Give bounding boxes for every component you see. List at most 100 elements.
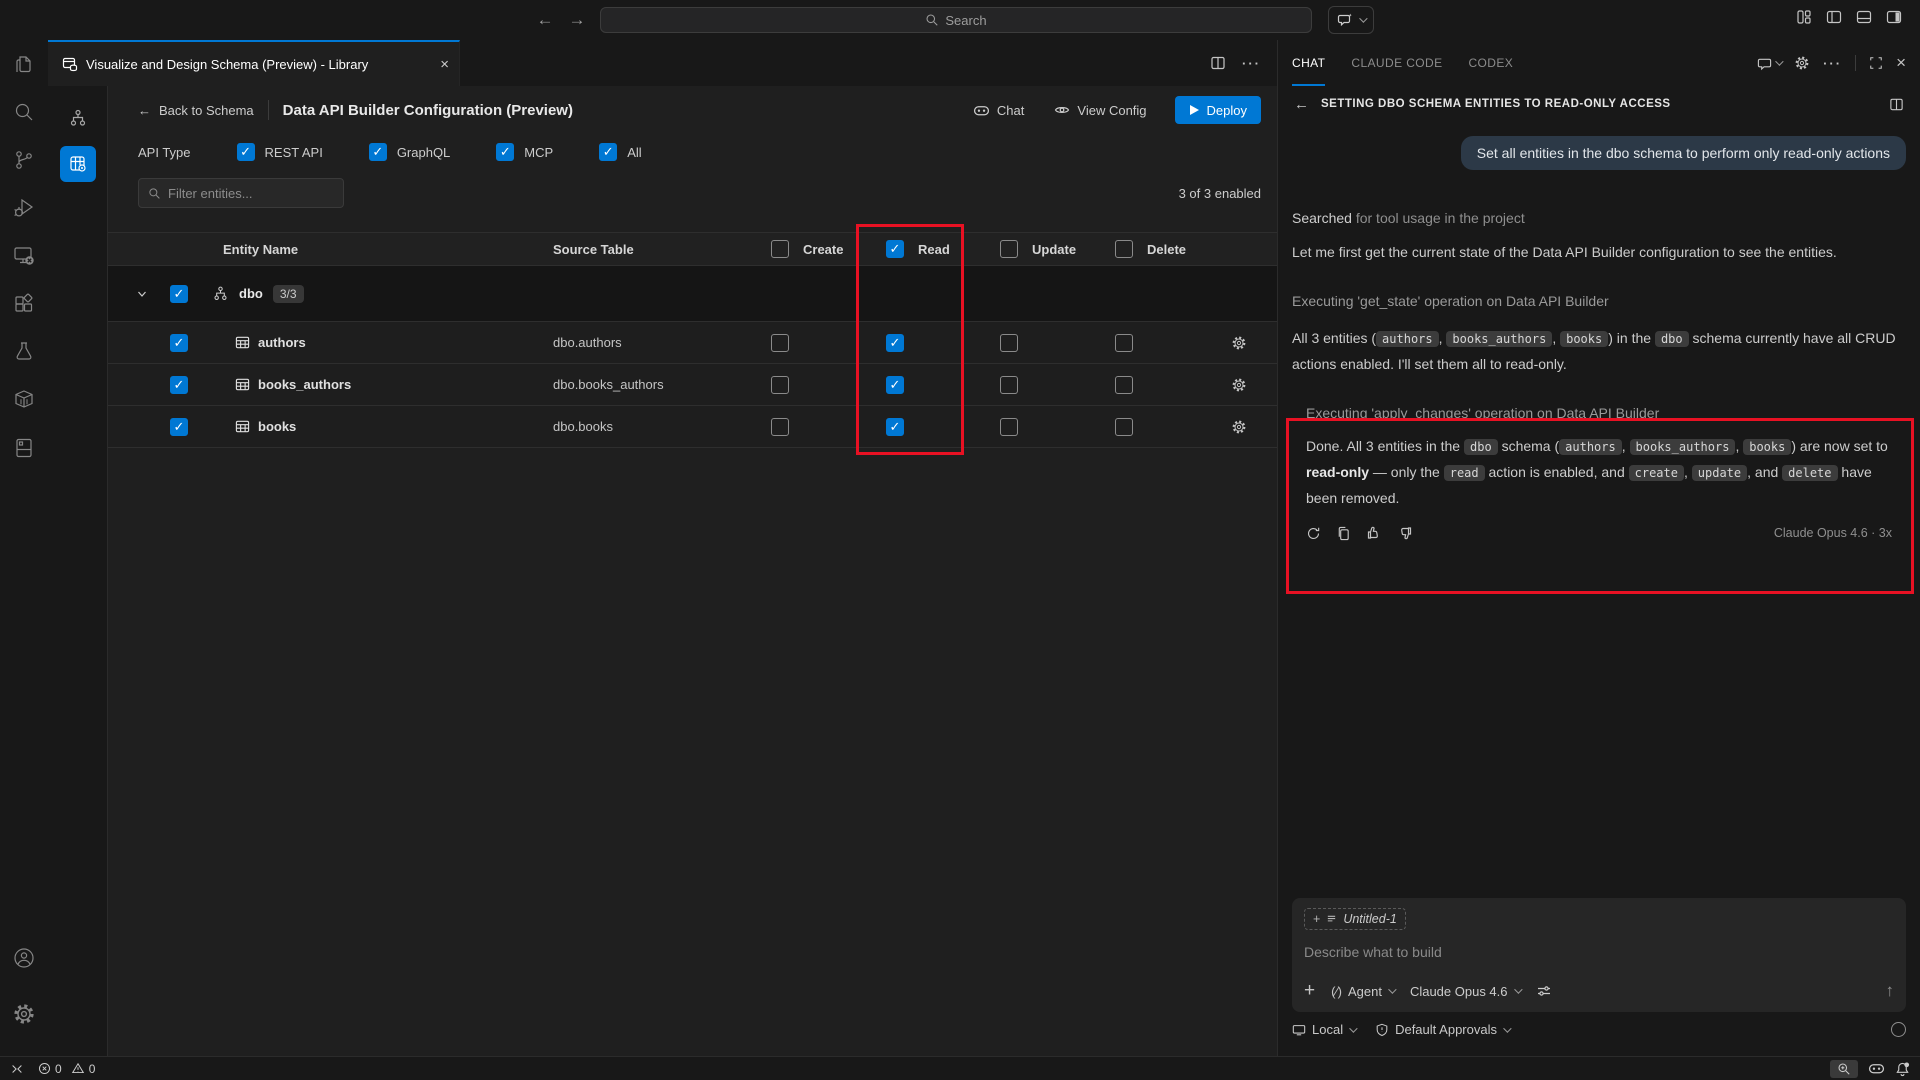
read-checkbox[interactable]: ✓ xyxy=(886,376,904,394)
session-back-icon[interactable]: ← xyxy=(1294,96,1309,113)
retry-icon[interactable] xyxy=(1306,526,1321,541)
chat-footer: Local Default Approvals xyxy=(1292,1022,1906,1037)
code-chip: books_authors xyxy=(1630,439,1736,455)
tab-codex[interactable]: CODEX xyxy=(1468,40,1513,86)
delete-checkbox[interactable]: ✓ xyxy=(1115,376,1133,394)
create-checkbox[interactable]: ✓ xyxy=(771,376,789,394)
divider xyxy=(1855,55,1856,71)
search-icon[interactable] xyxy=(0,88,48,136)
row-settings-gear-icon[interactable] xyxy=(1200,335,1277,351)
attach-icon[interactable]: + xyxy=(1304,980,1315,1002)
update-checkbox[interactable]: ✓ xyxy=(1000,376,1018,394)
tools-sliders-icon[interactable] xyxy=(1536,983,1552,999)
graphql-checkbox[interactable]: ✓ xyxy=(369,143,387,161)
copilot-status-icon[interactable] xyxy=(1868,1060,1885,1077)
nav-back-arrow[interactable]: ← xyxy=(533,8,557,32)
chat-mode-dropdown[interactable] xyxy=(1757,56,1781,71)
deploy-button[interactable]: Deploy xyxy=(1175,96,1261,124)
dbo-group-checkbox[interactable]: ✓ xyxy=(170,285,188,303)
tab-visualize-design-schema[interactable]: Visualize and Design Schema (Preview) - … xyxy=(48,40,460,86)
close-chat-icon[interactable]: × xyxy=(1896,53,1906,73)
update-checkbox[interactable]: ✓ xyxy=(1000,334,1018,352)
all-checkbox[interactable]: ✓ xyxy=(599,143,617,161)
context-file-chip[interactable]: + Untitled-1 xyxy=(1304,908,1406,930)
toggle-primary-sidebar-icon[interactable] xyxy=(1826,9,1842,25)
code-chip: read xyxy=(1444,465,1485,481)
toggle-panel-icon[interactable] xyxy=(1856,9,1872,25)
table-row-books[interactable]: ✓booksdbo.books✓✓✓✓ xyxy=(108,406,1277,448)
chat-button[interactable]: Chat xyxy=(973,102,1024,119)
model-selector[interactable]: Claude Opus 4.6 xyxy=(1410,984,1520,999)
mcp-checkbox[interactable]: ✓ xyxy=(496,143,514,161)
schema-view-icon[interactable] xyxy=(60,100,96,136)
create-checkbox[interactable]: ✓ xyxy=(771,334,789,352)
delete-checkbox[interactable]: ✓ xyxy=(1115,334,1133,352)
schema-group-row[interactable]: ✓ dbo 3/3 xyxy=(108,266,1277,322)
delete-all-checkbox[interactable]: ✓ xyxy=(1115,240,1133,258)
container-cube-icon[interactable] xyxy=(0,376,48,424)
rest-api-checkbox[interactable]: ✓ xyxy=(237,143,255,161)
testing-icon[interactable] xyxy=(0,328,48,376)
read-checkbox[interactable]: ✓ xyxy=(886,418,904,436)
chat-more-actions-icon[interactable]: ··· xyxy=(1823,56,1842,71)
thumbs-up-icon[interactable] xyxy=(1366,525,1382,541)
run-debug-icon[interactable] xyxy=(0,184,48,232)
table-row-authors[interactable]: ✓authorsdbo.authors✓✓✓✓ xyxy=(108,322,1277,364)
tab-close-icon[interactable]: × xyxy=(440,56,449,73)
extensions-icon[interactable] xyxy=(0,280,48,328)
chat-input-box[interactable]: + Untitled-1 Describe what to build + (∕… xyxy=(1292,898,1906,1012)
read-all-checkbox[interactable]: ✓ xyxy=(886,240,904,258)
tab-chat[interactable]: CHAT xyxy=(1292,40,1325,86)
row-checkbox[interactable]: ✓ xyxy=(170,376,188,394)
tab-claude-code[interactable]: CLAUDE CODE xyxy=(1351,40,1442,86)
explorer-icon[interactable] xyxy=(0,40,48,88)
global-search-input[interactable]: Search xyxy=(600,7,1312,33)
dab-config-view-icon[interactable] xyxy=(60,146,96,182)
customize-layout-icon[interactable] xyxy=(1796,9,1812,25)
split-editor-icon[interactable] xyxy=(1210,55,1226,71)
remote-explorer-icon[interactable] xyxy=(0,232,48,280)
chat-bubble-icon xyxy=(1757,56,1772,71)
settings-gear-icon[interactable] xyxy=(0,990,48,1038)
filter-entities-input[interactable]: Filter entities... xyxy=(138,178,344,208)
mode-selector[interactable]: (∕) Agent xyxy=(1331,984,1394,999)
copy-icon[interactable] xyxy=(1336,526,1351,541)
problems-indicator[interactable]: 0 0 xyxy=(38,1062,95,1076)
chat-settings-gear-icon[interactable] xyxy=(1794,55,1810,71)
error-count: 0 xyxy=(55,1062,62,1076)
zoom-status-icon[interactable] xyxy=(1830,1060,1858,1078)
remote-connection-icon[interactable] xyxy=(10,1062,24,1076)
environment-selector[interactable]: Local xyxy=(1292,1022,1355,1037)
account-icon[interactable] xyxy=(0,934,48,982)
create-all-checkbox[interactable]: ✓ xyxy=(771,240,789,258)
expand-icon[interactable] xyxy=(1869,56,1883,70)
api-type-label: API Type xyxy=(138,145,191,160)
back-to-schema-button[interactable]: ← Back to Schema xyxy=(138,103,254,118)
row-settings-gear-icon[interactable] xyxy=(1200,419,1277,435)
open-in-editor-icon[interactable] xyxy=(1889,97,1904,112)
delete-checkbox[interactable]: ✓ xyxy=(1115,418,1133,436)
send-icon[interactable]: ↑ xyxy=(1886,981,1895,1001)
row-checkbox[interactable]: ✓ xyxy=(170,418,188,436)
notebook-icon[interactable] xyxy=(0,424,48,472)
update-checkbox[interactable]: ✓ xyxy=(1000,418,1018,436)
view-config-button[interactable]: View Config xyxy=(1054,102,1146,118)
read-checkbox[interactable]: ✓ xyxy=(886,334,904,352)
copilot-chat-button[interactable] xyxy=(1328,6,1374,34)
row-settings-gear-icon[interactable] xyxy=(1200,377,1277,393)
nav-forward-arrow[interactable]: → xyxy=(565,8,589,32)
create-checkbox[interactable]: ✓ xyxy=(771,418,789,436)
collapse-chevron-icon[interactable] xyxy=(136,288,170,300)
update-all-checkbox[interactable]: ✓ xyxy=(1000,240,1018,258)
source-control-icon[interactable] xyxy=(0,136,48,184)
thumbs-down-icon[interactable] xyxy=(1397,525,1413,541)
row-checkbox[interactable]: ✓ xyxy=(170,334,188,352)
editor-more-actions-icon[interactable]: ··· xyxy=(1242,56,1261,71)
approvals-selector[interactable]: Default Approvals xyxy=(1375,1022,1509,1037)
toggle-secondary-sidebar-icon[interactable] xyxy=(1886,9,1902,25)
search-placeholder: Search xyxy=(945,13,986,28)
notifications-bell-icon[interactable] xyxy=(1895,1061,1910,1077)
assistant-text: All 3 entities (authors, books_authors, … xyxy=(1292,326,1906,377)
table-row-books-authors[interactable]: ✓books_authorsdbo.books_authors✓✓✓✓ xyxy=(108,364,1277,406)
code-chip: dbo xyxy=(1464,439,1498,455)
